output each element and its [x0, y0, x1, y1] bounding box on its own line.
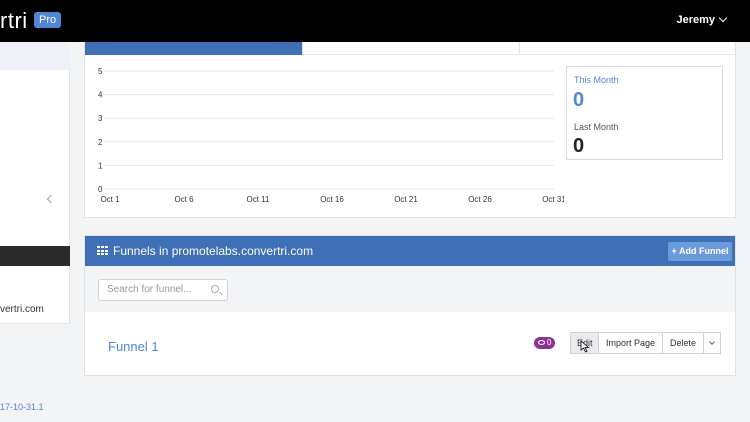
version-label: 17-10-31.1 [0, 402, 44, 412]
sidebar-domain-link[interactable]: vertri.com [0, 304, 44, 315]
search-icon [211, 285, 219, 293]
y-tick-label: 3 [98, 114, 103, 123]
x-tick-label: Oct 26 [468, 195, 492, 204]
user-name: Jeremy [676, 14, 715, 26]
month-stats-box: This Month 0 Last Month 0 [566, 66, 723, 160]
add-funnel-button[interactable]: + Add Funnel [668, 242, 732, 261]
chart-tabs [85, 42, 737, 55]
grid-icon [97, 246, 108, 255]
views-count: 0 [547, 338, 552, 347]
brand-logo[interactable]: rtri [0, 8, 28, 34]
top-navbar: rtri Pro Jeremy [0, 0, 750, 42]
x-tick-label: Oct 31 [542, 195, 564, 204]
x-tick-label: Oct 16 [320, 195, 344, 204]
x-tick-label: Oct 21 [394, 195, 418, 204]
more-actions-dropdown[interactable] [703, 332, 722, 354]
this-month-value: 0 [573, 89, 585, 111]
this-month-label: This Month [574, 75, 619, 85]
sidebar-item-active[interactable] [0, 42, 70, 70]
y-tick-label: 5 [98, 67, 103, 76]
funnels-panel: Funnels in promotelabs.convertri.com + A… [84, 235, 736, 376]
last-month-value: 0 [573, 135, 585, 157]
mouse-cursor-icon [580, 340, 590, 353]
y-tick-label: 4 [98, 91, 103, 100]
sidebar-section-bar [0, 246, 70, 266]
funnel-name-link[interactable]: Funnel 1 [108, 339, 159, 354]
funnel-search-input[interactable]: Search for funnel... [98, 279, 228, 301]
last-month-label: Last Month [574, 122, 619, 132]
tab-active[interactable] [85, 42, 302, 55]
y-tick-label: 1 [98, 161, 103, 170]
funnel-actions: Edit Import Page Delete [570, 332, 722, 354]
visits-chart: 0 1 2 3 4 5 Oct 1 Oct 6 Oct 11 Oct 16 Oct 21 Oct 26… [98, 67, 564, 204]
funnel-filter-bar: Search for funnel... [85, 266, 735, 312]
delete-button[interactable]: Delete [662, 332, 705, 354]
pro-badge: Pro [34, 12, 62, 28]
user-menu[interactable]: Jeremy [676, 13, 728, 26]
funnels-header: Funnels in promotelabs.convertri.com + A… [85, 236, 735, 266]
collapse-chevron-icon[interactable] [46, 194, 56, 204]
sidebar: vertri.com [0, 42, 70, 324]
tab-divider [519, 42, 520, 55]
x-tick-label: Oct 6 [174, 195, 194, 204]
x-tick-label: Oct 1 [100, 195, 120, 204]
funnels-title: Funnels in promotelabs.convertri.com [113, 244, 314, 258]
chevron-down-icon [718, 13, 728, 23]
chevron-down-icon [709, 339, 715, 345]
search-placeholder: Search for funnel... [107, 284, 192, 295]
y-tick-label: 0 [98, 185, 103, 194]
x-tick-label: Oct 11 [247, 195, 271, 204]
eye-icon [538, 340, 545, 345]
views-badge: 0 [534, 337, 556, 349]
tab-divider [302, 42, 303, 55]
import-page-button[interactable]: Import Page [598, 332, 664, 354]
y-tick-label: 2 [98, 138, 103, 147]
